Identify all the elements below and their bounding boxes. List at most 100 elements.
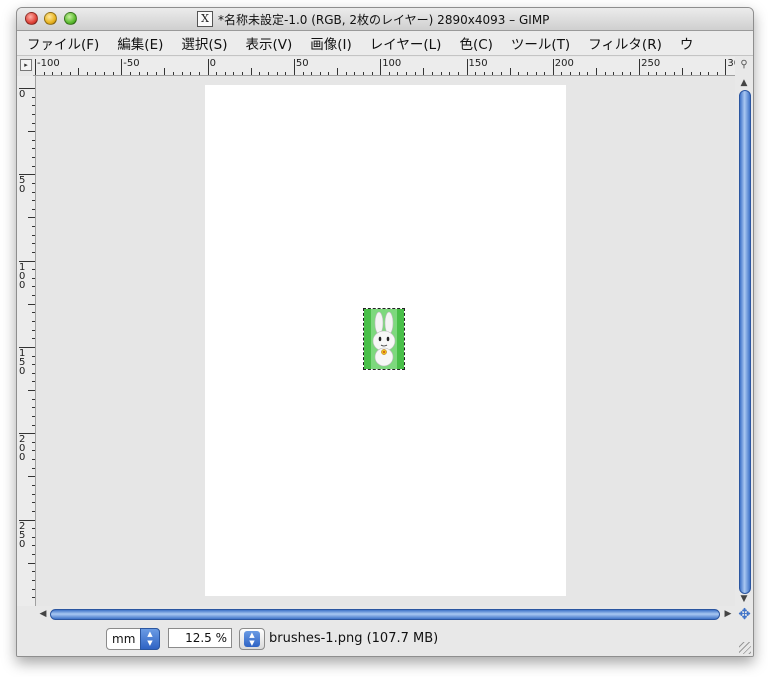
title-bar[interactable]: X *名称未設定-1.0 (RGB, 2枚のレイヤー) 2890x4093 – … xyxy=(17,8,753,31)
unit-stepper-icon[interactable]: ▲ ▼ xyxy=(140,628,160,650)
ruler-minor-tick xyxy=(32,450,35,452)
ruler-minor-tick xyxy=(328,72,330,75)
unit-value: mm xyxy=(112,632,136,646)
ruler-minor-tick xyxy=(32,338,35,340)
menu-filters[interactable]: フィルタ(R) xyxy=(588,33,662,53)
ruler-label: 1 0 0 xyxy=(19,261,26,291)
menu-edit[interactable]: 編集(E) xyxy=(117,33,163,53)
ruler-minor-tick xyxy=(28,131,35,133)
vertical-ruler[interactable]: 0 5 0 1 0 0 1 5 0 2 0 0 2 5 0 xyxy=(17,76,36,606)
horizontal-ruler[interactable]: -100 -50 0 50 100 150 200 250 30 xyxy=(33,57,735,76)
ruler-minor-tick xyxy=(69,72,71,75)
ruler-minor-tick xyxy=(32,398,35,400)
ruler-label: 50 xyxy=(295,58,309,69)
ruler-minor-tick xyxy=(656,72,658,75)
ruler-minor-tick xyxy=(526,72,528,75)
ruler-minor-tick xyxy=(518,72,520,75)
ruler-minor-tick xyxy=(311,72,313,75)
image-canvas[interactable] xyxy=(205,85,566,596)
ruler-label: 0 xyxy=(209,58,216,69)
ruler-minor-tick xyxy=(32,441,35,443)
ruler-minor-tick xyxy=(104,72,106,75)
menu-image[interactable]: 画像(I) xyxy=(310,33,352,53)
canvas-area[interactable] xyxy=(36,76,735,606)
ruler-major-tick xyxy=(293,59,295,75)
zoom-stepper[interactable]: ▲ ▼ xyxy=(239,628,265,650)
ruler-minor-tick xyxy=(32,182,35,184)
ruler-minor-tick xyxy=(483,72,485,75)
ruler-minor-tick xyxy=(535,72,537,75)
ruler-minor-tick xyxy=(32,312,35,314)
scroll-left-icon[interactable]: ◀ xyxy=(37,608,49,620)
zoom-button[interactable] xyxy=(64,12,77,25)
ruler-label: 30 xyxy=(727,58,735,69)
resize-grip-icon[interactable] xyxy=(739,642,751,654)
menu-layer[interactable]: レイヤー(L) xyxy=(370,33,442,53)
ruler-minor-tick xyxy=(337,68,339,75)
ruler-minor-tick xyxy=(501,72,503,75)
ruler-minor-tick xyxy=(28,303,35,305)
ruler-minor-tick xyxy=(173,72,175,75)
ruler-minor-tick xyxy=(682,68,684,75)
unit-select[interactable]: mm ▲ ▼ xyxy=(106,628,160,650)
menu-colors[interactable]: 色(C) xyxy=(459,33,492,53)
ruler-minor-tick xyxy=(32,571,35,573)
horizontal-scrollbar[interactable]: ◀ ▶ xyxy=(36,606,735,623)
menu-tools[interactable]: ツール(T) xyxy=(511,33,570,53)
menu-windows-truncated[interactable]: ウ xyxy=(680,33,694,53)
ruler-minor-tick xyxy=(32,243,35,245)
menu-select[interactable]: 選択(S) xyxy=(181,33,227,53)
ruler-minor-tick xyxy=(414,72,416,75)
ruler-minor-tick xyxy=(32,459,35,461)
ruler-minor-tick xyxy=(457,72,459,75)
close-button[interactable] xyxy=(25,12,38,25)
ruler-minor-tick xyxy=(198,72,200,75)
menu-view[interactable]: 表示(V) xyxy=(246,33,293,53)
brush-layer-thumbnail[interactable] xyxy=(363,308,405,370)
ruler-label: 1 5 0 xyxy=(19,347,26,377)
ruler-minor-tick xyxy=(147,72,149,75)
ruler-minor-tick xyxy=(544,72,546,75)
ruler-minor-tick xyxy=(32,424,35,426)
ruler-minor-tick xyxy=(190,72,192,75)
ruler-minor-tick xyxy=(32,191,35,193)
ruler-minor-tick xyxy=(690,72,692,75)
ruler-minor-tick xyxy=(32,510,35,512)
ruler-label: 2 0 0 xyxy=(19,434,26,464)
ruler-minor-tick xyxy=(388,72,390,75)
scroll-right-icon[interactable]: ▶ xyxy=(722,608,734,620)
vertical-scroll-thumb[interactable] xyxy=(739,90,751,594)
ruler-minor-tick xyxy=(32,113,35,115)
navigate-icon[interactable]: ✥ xyxy=(736,606,753,623)
ruler-minor-tick xyxy=(276,72,278,75)
zoom-magnifier-icon[interactable]: ⚲ xyxy=(738,59,750,71)
ruler-minor-tick xyxy=(32,96,35,98)
ruler-minor-tick xyxy=(242,72,244,75)
scroll-up-icon[interactable]: ▲ xyxy=(738,77,750,89)
horizontal-scroll-thumb[interactable] xyxy=(50,609,720,620)
minimize-button[interactable] xyxy=(44,12,57,25)
ruler-minor-tick xyxy=(32,493,35,495)
ruler-minor-tick xyxy=(32,329,35,331)
vertical-scrollbar[interactable]: ▲ ▼ xyxy=(736,76,753,606)
scroll-down-icon[interactable]: ▼ xyxy=(738,593,750,605)
zoom-input[interactable]: 12.5 % xyxy=(168,628,232,648)
ruler-minor-tick xyxy=(397,72,399,75)
window-title: *名称未設定-1.0 (RGB, 2枚のレイヤー) 2890x4093 – GI… xyxy=(218,12,550,27)
status-bar: mm ▲ ▼ 12.5 % ▲ ▼ brushes-1.png (107.7 MB) xyxy=(17,624,753,656)
ruler-minor-tick xyxy=(570,72,572,75)
ruler-label: -50 xyxy=(123,58,140,69)
ruler-minor-tick xyxy=(32,165,35,167)
ruler-minor-tick xyxy=(32,139,35,141)
ruler-minor-tick xyxy=(32,295,35,297)
ruler-minor-tick xyxy=(699,72,701,75)
ruler-minor-tick xyxy=(32,579,35,581)
ruler-minor-tick xyxy=(492,72,494,75)
ruler-minor-tick xyxy=(32,415,35,417)
quick-mask-toggle-icon[interactable]: ▸ xyxy=(20,59,32,71)
ruler-major-tick xyxy=(725,59,727,75)
ruler-minor-tick xyxy=(32,372,35,374)
ruler-minor-tick xyxy=(78,68,80,75)
ruler-minor-tick xyxy=(216,72,218,75)
menu-file[interactable]: ファイル(F) xyxy=(27,33,99,53)
